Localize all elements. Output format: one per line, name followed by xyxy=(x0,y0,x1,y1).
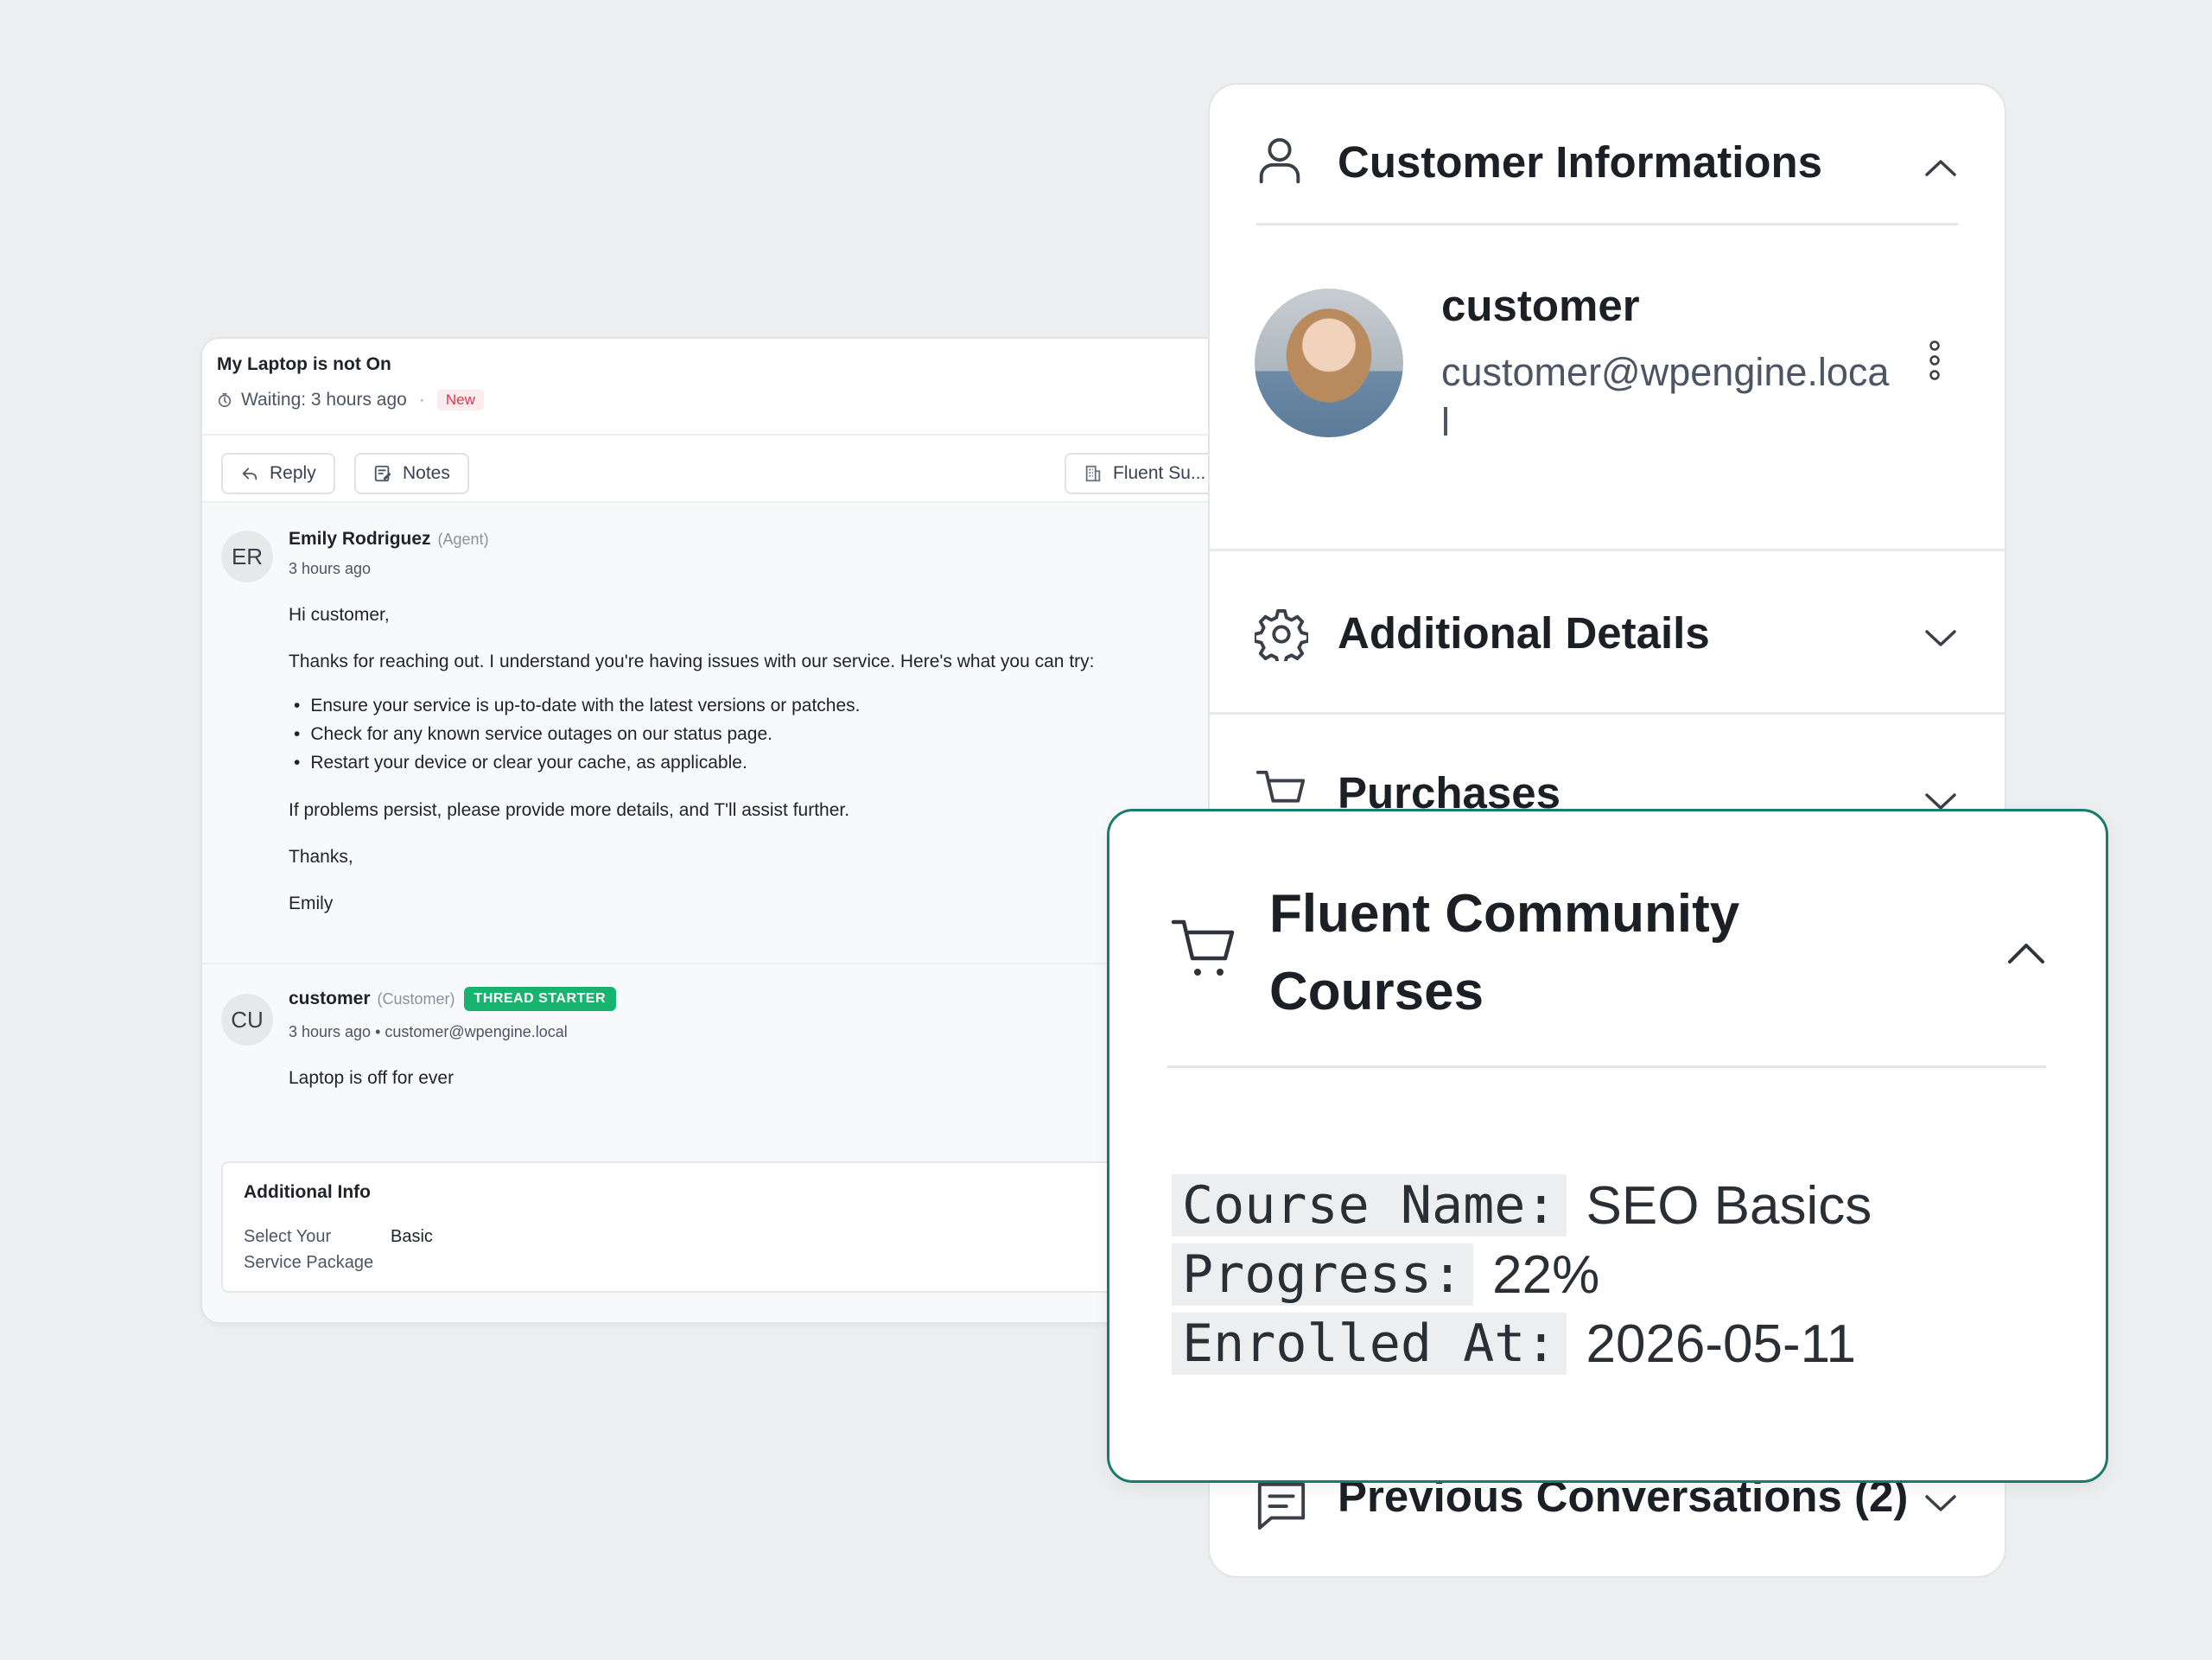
customer-name-text: customer xyxy=(289,989,371,1008)
ticket-header: My Laptop is not On Waiting: 3 hours ago… xyxy=(202,339,1270,436)
chevron-up-icon[interactable] xyxy=(2006,941,2046,965)
customer-name: customer xyxy=(1441,281,1640,330)
enrolled-at-key: Enrolled At: xyxy=(1172,1313,1567,1375)
list-item: Restart your device or clear your cache,… xyxy=(294,748,861,777)
additional-details-title: Additional Details xyxy=(1338,608,1710,658)
notes-button[interactable]: Notes xyxy=(354,453,469,494)
list-item: Ensure your service is up-to-date with t… xyxy=(294,691,860,720)
progress-value: 22% xyxy=(1492,1244,1600,1305)
chevron-down-icon[interactable] xyxy=(1923,1493,1958,1514)
message-signoff: Thanks, xyxy=(289,847,353,867)
progress-row: Progress: 22% xyxy=(1172,1243,1599,1306)
message-time-email: 3 hours ago • customer@wpengine.local xyxy=(289,1023,568,1040)
more-vertical-icon[interactable] xyxy=(1929,340,1941,380)
divider xyxy=(1167,1065,2046,1068)
cart-icon xyxy=(1171,919,1235,976)
service-package-value: Basic xyxy=(391,1227,433,1246)
mailbox-label: Fluent Su... xyxy=(1113,463,1206,483)
message-followup: If problems persist, please provide more… xyxy=(289,800,850,820)
customer-role: (Customer) xyxy=(377,989,455,1008)
focus-card-title: Fluent Community Courses xyxy=(1269,884,1740,1021)
message-intro: Thanks for reaching out. I understand yo… xyxy=(289,652,1095,671)
message-bullet-list: Ensure your service is up-to-date with t… xyxy=(294,691,861,777)
reply-icon xyxy=(242,467,257,480)
thread-starter-badge: THREAD STARTER xyxy=(463,987,617,1011)
message-time: 3 hours ago xyxy=(289,560,372,577)
customer-name: customer (Customer) THREAD STARTER xyxy=(289,987,617,1011)
course-name-key: Course Name: xyxy=(1172,1174,1567,1237)
additional-details-section[interactable]: Additional Details xyxy=(1210,554,2005,715)
list-item: Check for any known service outages on o… xyxy=(294,720,861,748)
notes-label: Notes xyxy=(403,463,450,483)
waiting-time: Waiting: 3 hours ago xyxy=(241,390,407,410)
customer-info-section: Customer Informations customer customer@… xyxy=(1210,85,2005,551)
reply-button[interactable]: Reply xyxy=(221,453,335,494)
gear-icon xyxy=(1255,608,1308,661)
service-package-label: Select Your Service Package xyxy=(244,1227,374,1272)
avatar: CU xyxy=(221,994,273,1046)
chevron-down-icon[interactable] xyxy=(1923,628,1958,649)
customer-info-title: Customer Informations xyxy=(1338,137,1823,187)
notes-icon xyxy=(374,465,391,482)
avatar: ER xyxy=(221,531,273,582)
reply-label: Reply xyxy=(270,463,316,483)
agent-role: (Agent) xyxy=(437,531,489,548)
customer-avatar xyxy=(1255,289,1403,437)
agent-name: Emily Rodriguez (Agent) xyxy=(289,529,489,550)
clock-icon xyxy=(218,392,232,408)
course-name-row: Course Name: SEO Basics xyxy=(1172,1174,1872,1237)
message-greeting: Hi customer, xyxy=(289,605,390,625)
enrolled-at-row: Enrolled At: 2026-05-11 xyxy=(1172,1313,1856,1375)
chevron-up-icon[interactable] xyxy=(1923,157,1958,178)
ticket-meta: Waiting: 3 hours ago · New xyxy=(217,390,484,410)
ticket-toolbar: Reply Notes Fluent Su... xyxy=(202,436,1270,503)
user-icon xyxy=(1259,137,1300,184)
fluent-community-courses-card: Fluent Community Courses Course Name: SE… xyxy=(1107,809,2108,1483)
customer-email: customer@wpengine.local xyxy=(1441,350,1890,444)
course-name-value: SEO Basics xyxy=(1586,1175,1872,1236)
message-body: Laptop is off for ever xyxy=(289,1068,454,1088)
ticket-title: My Laptop is not On xyxy=(217,354,391,374)
chat-icon xyxy=(1257,1482,1306,1530)
progress-key: Progress: xyxy=(1172,1243,1474,1306)
agent-name-text: Emily Rodriguez xyxy=(289,529,431,549)
additional-info-title: Additional Info xyxy=(244,1182,371,1202)
meta-separator: · xyxy=(418,390,425,410)
message-signature: Emily xyxy=(289,894,334,913)
status-badge: New xyxy=(436,390,484,410)
enrolled-at-value: 2026-05-11 xyxy=(1586,1313,1857,1374)
divider xyxy=(1256,223,1958,226)
building-icon xyxy=(1085,465,1101,482)
